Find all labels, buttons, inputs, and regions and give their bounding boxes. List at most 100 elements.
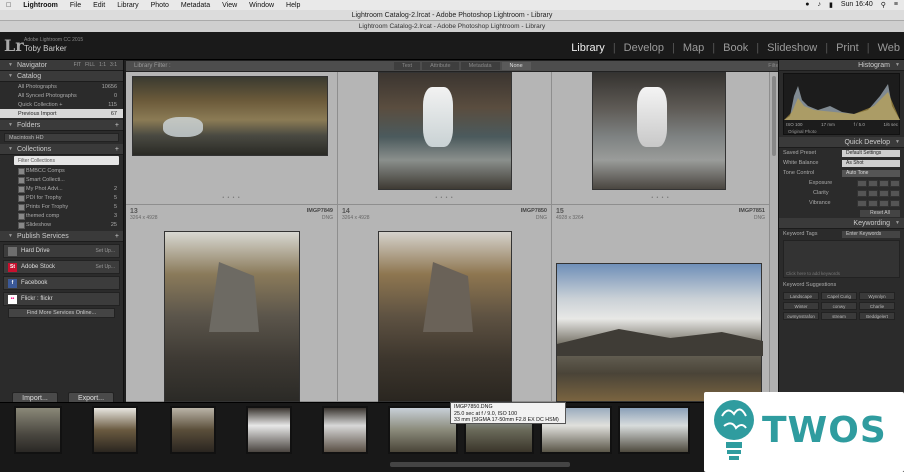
collection-item[interactable]: Slideshow 25 bbox=[0, 220, 123, 229]
grid-cell[interactable]: • • • • bbox=[338, 72, 552, 205]
catalog-item-quick[interactable]: Quick Collection + 115 bbox=[0, 100, 123, 109]
module-develop[interactable]: Develop bbox=[624, 42, 664, 54]
increase-button[interactable] bbox=[879, 199, 889, 207]
menu-item-view[interactable]: View bbox=[222, 2, 237, 9]
auto-tone-button[interactable]: Auto Tone bbox=[842, 169, 900, 177]
find-more-services-button[interactable]: Find More Services Online... bbox=[8, 308, 115, 318]
menu-item-edit[interactable]: Edit bbox=[93, 2, 105, 9]
filmstrip-thumbnail[interactable] bbox=[92, 406, 138, 454]
filter-none-tab[interactable]: None bbox=[501, 62, 531, 70]
white-balance-dropdown[interactable]: As Shot bbox=[842, 159, 900, 167]
increase-large-button[interactable] bbox=[890, 179, 900, 187]
catalog-item-all[interactable]: All Photographs 10656 bbox=[0, 82, 123, 91]
grid-cell[interactable]: 13 IMGP7849 3264 x 4928 DNG bbox=[126, 205, 338, 402]
decrease-button[interactable] bbox=[868, 179, 878, 187]
nav-mode-fit[interactable]: FIT bbox=[74, 62, 82, 68]
photo-thumbnail[interactable] bbox=[132, 76, 328, 156]
collection-item[interactable]: themed comp 3 bbox=[0, 211, 123, 220]
decrease-large-button[interactable] bbox=[857, 189, 867, 197]
clock[interactable]: Sun 16:40 bbox=[841, 1, 873, 9]
grid-cell[interactable]: 15 IMGP7851 4928 x 3264 DNG bbox=[552, 205, 770, 402]
collection-item[interactable]: PDI for Trophy 5 bbox=[0, 193, 123, 202]
setup-link[interactable]: Set Up... bbox=[96, 248, 115, 254]
filter-metadata-tab[interactable]: Metadata bbox=[460, 62, 500, 70]
filter-attribute-tab[interactable]: Attribute bbox=[422, 62, 459, 70]
service-hard-drive[interactable]: Hard Drive Set Up... bbox=[3, 244, 120, 258]
keyword-suggestion[interactable]: Charlie bbox=[859, 302, 895, 310]
keyword-suggestion[interactable]: Landscape bbox=[783, 292, 819, 300]
photo-thumbnail[interactable] bbox=[592, 72, 726, 190]
module-web[interactable]: Web bbox=[878, 42, 900, 54]
service-flickr[interactable]: •• Flickr : flickr bbox=[3, 292, 120, 306]
keyword-suggestion[interactable]: Winter bbox=[783, 302, 819, 310]
volume-icon[interactable]: ♪ bbox=[817, 1, 821, 9]
collection-filter-input[interactable]: Filter Collections bbox=[14, 156, 119, 165]
setup-link[interactable]: Set Up... bbox=[96, 264, 115, 270]
keyword-suggestion[interactable]: Beddgelert bbox=[859, 312, 895, 320]
decrease-button[interactable] bbox=[868, 199, 878, 207]
menu-item-photo[interactable]: Photo bbox=[151, 2, 169, 9]
catalog-item-previous-import[interactable]: Previous Import 67 bbox=[0, 109, 123, 118]
folder-source[interactable]: Macintosh HD bbox=[4, 133, 119, 142]
wifi-icon[interactable]: ● bbox=[805, 1, 809, 9]
add-collection-icon[interactable]: + bbox=[115, 146, 119, 153]
nav-mode-3-1[interactable]: 3:1 bbox=[110, 62, 117, 68]
collection-item[interactable]: My Phot Advi... 2 bbox=[0, 184, 123, 193]
decrease-large-button[interactable] bbox=[857, 199, 867, 207]
photo-thumbnail[interactable] bbox=[378, 72, 512, 190]
increase-large-button[interactable] bbox=[890, 199, 900, 207]
grid-cell[interactable]: • • • • bbox=[552, 72, 770, 205]
photo-thumbnail[interactable] bbox=[556, 263, 763, 402]
menu-item-file[interactable]: File bbox=[70, 2, 81, 9]
keywording-header[interactable]: Keywording ▼ bbox=[779, 218, 904, 229]
grid-cell[interactable]: • • • • bbox=[126, 72, 338, 205]
search-icon[interactable]: ⚲ bbox=[881, 1, 886, 9]
collection-item[interactable]: Smart Collecti... bbox=[0, 175, 123, 184]
menu-item-help[interactable]: Help bbox=[286, 2, 300, 9]
publish-services-header[interactable]: ▼ Publish Services + bbox=[0, 231, 123, 242]
photo-thumbnail[interactable] bbox=[164, 231, 300, 402]
filmstrip-thumbnail[interactable] bbox=[388, 406, 458, 454]
menu-item-window[interactable]: Window bbox=[249, 2, 274, 9]
scrollbar-thumb[interactable] bbox=[772, 76, 776, 156]
keyword-suggestion[interactable]: cwmynstrafon bbox=[783, 312, 819, 320]
apple-menu-icon[interactable]:  bbox=[6, 2, 11, 9]
add-service-icon[interactable]: + bbox=[115, 233, 119, 240]
filter-text-tab[interactable]: Text bbox=[394, 62, 421, 70]
filmstrip-scrollbar[interactable] bbox=[390, 462, 570, 467]
module-print[interactable]: Print bbox=[836, 42, 859, 54]
menu-item-metadata[interactable]: Metadata bbox=[181, 2, 210, 9]
increase-large-button[interactable] bbox=[890, 189, 900, 197]
add-folder-icon[interactable]: + bbox=[115, 122, 119, 129]
decrease-large-button[interactable] bbox=[857, 179, 867, 187]
keyword-suggestion[interactable]: stream bbox=[821, 312, 857, 320]
filmstrip-thumbnail[interactable] bbox=[322, 406, 368, 454]
keyword-suggestion[interactable]: Capel Curig bbox=[821, 292, 857, 300]
menu-list-icon[interactable]: ≡ bbox=[894, 1, 898, 9]
keyword-suggestion[interactable]: Wynnlyn bbox=[859, 292, 895, 300]
saved-preset-dropdown[interactable]: Default Settings bbox=[842, 149, 900, 157]
module-book[interactable]: Book bbox=[723, 42, 748, 54]
keyword-text-area[interactable]: Click here to add keywords bbox=[783, 240, 900, 278]
battery-icon[interactable]: ▮ bbox=[829, 1, 833, 9]
collections-header[interactable]: ▼ Collections + bbox=[0, 144, 123, 155]
keyword-tags-dropdown[interactable]: Enter Keywords bbox=[842, 230, 900, 238]
increase-button[interactable] bbox=[879, 179, 889, 187]
filmstrip-thumbnail[interactable] bbox=[618, 406, 690, 454]
collection-item[interactable]: Prints For Trophy 5 bbox=[0, 202, 123, 211]
collection-item[interactable]: BMBCC Comps bbox=[0, 166, 123, 175]
menu-item-app[interactable]: Lightroom bbox=[23, 2, 58, 9]
nav-mode-1-1[interactable]: 1:1 bbox=[99, 62, 106, 68]
increase-button[interactable] bbox=[879, 189, 889, 197]
filmstrip-thumbnail[interactable] bbox=[246, 406, 292, 454]
filmstrip-thumbnail[interactable] bbox=[170, 406, 216, 454]
module-map[interactable]: Map bbox=[683, 42, 704, 54]
service-facebook[interactable]: f Facebook bbox=[3, 276, 120, 290]
catalog-item-synced[interactable]: All Synced Photographs 0 bbox=[0, 91, 123, 100]
keyword-suggestion[interactable]: conwy bbox=[821, 302, 857, 310]
quick-develop-header[interactable]: Quick Develop ▼ bbox=[779, 137, 904, 148]
reset-all-button[interactable]: Reset All bbox=[860, 209, 900, 217]
module-slideshow[interactable]: Slideshow bbox=[767, 42, 817, 54]
decrease-button[interactable] bbox=[868, 189, 878, 197]
service-adobe-stock[interactable]: St Adobe Stock Set Up... bbox=[3, 260, 120, 274]
